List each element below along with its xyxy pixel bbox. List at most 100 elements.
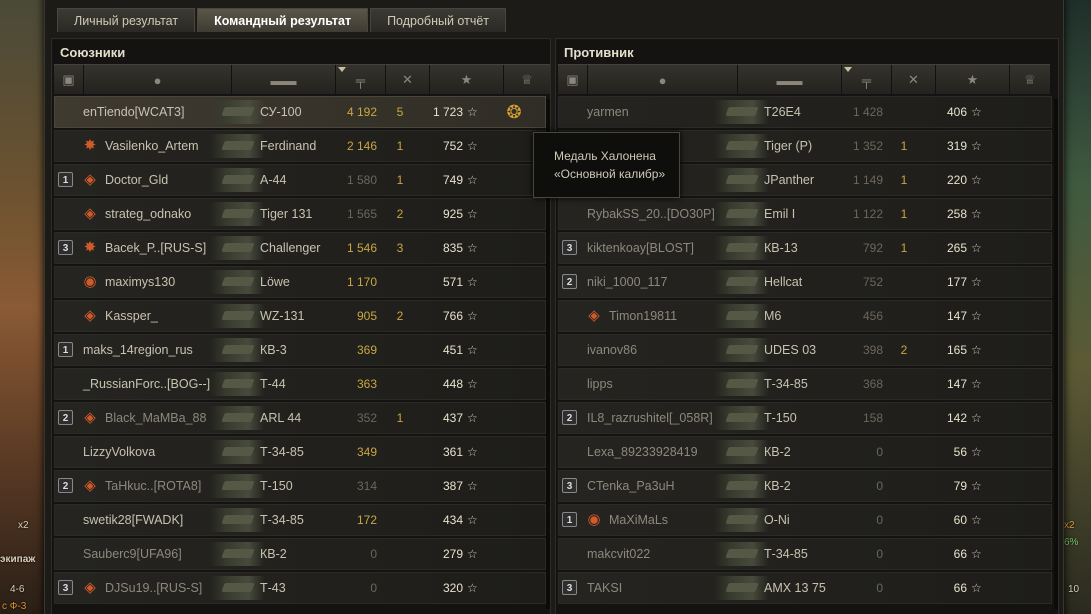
kills-column-header[interactable]: ✕ (386, 65, 430, 95)
player-name[interactable]: CTenka_Pa3uH (587, 471, 675, 501)
tank-image (209, 474, 265, 498)
award-medal-icon[interactable]: ❂ (501, 97, 527, 127)
kills-value: 1 (900, 173, 908, 187)
player-name[interactable]: lipps (587, 369, 613, 399)
tab-team[interactable]: Командный результат (197, 8, 369, 32)
xp-star-icon: ☆ (971, 479, 982, 493)
table-row[interactable]: 3 TAKSI AMX 13 75 0 66 ☆ (558, 572, 1052, 604)
xp-value: 279 (442, 547, 463, 561)
player-name[interactable]: Bacek_P..[RUS-S] (105, 233, 206, 263)
table-row[interactable]: 3 kiktenkoay[BLOST] КВ-13 792 1 265 ☆ (558, 232, 1052, 264)
player-name[interactable]: maximys130 (105, 267, 175, 297)
platoon-column-header[interactable]: ▣ (558, 65, 588, 95)
damage-value: 0 (876, 547, 883, 561)
table-row[interactable]: 2 IL8_razrushitel[_058R] Т-150 158 142 ☆ (558, 402, 1052, 434)
platoon-column-header[interactable]: ▣ (54, 65, 84, 95)
damage-value: 752 (862, 275, 883, 289)
medal-column-header[interactable]: ♕ (1010, 65, 1050, 95)
player-name[interactable]: TaHkuc..[ROTA8] (105, 471, 201, 501)
table-row[interactable]: Lexa_89233928419 КВ-2 0 56 ☆ (558, 436, 1052, 468)
player-name[interactable]: Doctor_Gld (105, 165, 168, 195)
tank-name: UDES 03 (764, 343, 817, 357)
player-name[interactable]: swetik28[FWADK] (83, 505, 183, 535)
table-row[interactable]: swetik28[FWADK] Т-34-85 172 434 ☆ (54, 504, 546, 536)
tank-image (713, 508, 769, 532)
player-name[interactable]: DJSu19..[RUS-S] (105, 573, 202, 603)
player-name[interactable]: RybakSS_20..[DO30P] (587, 199, 715, 229)
side-text: 6% (1064, 537, 1079, 548)
side-text: 10 (1068, 584, 1080, 595)
table-row[interactable]: 1 maks_14region_rus КВ-3 369 451 ☆ (54, 334, 546, 366)
xp-value: 749 (442, 173, 463, 187)
tank-image (209, 100, 265, 124)
table-row[interactable]: yarmen T26E4 1 428 406 ☆ (558, 96, 1052, 128)
player-name[interactable]: makcvit022 (587, 539, 650, 569)
player-name[interactable]: niki_1000_117 (587, 267, 667, 297)
kills-value: 1 (900, 139, 908, 153)
table-row[interactable]: ◉ maximys130 Löwe 1 170 571 ☆ (54, 266, 546, 298)
table-row[interactable]: ivanov86 UDES 03 398 2 165 ☆ (558, 334, 1052, 366)
player-name[interactable]: Kassper_ (105, 301, 158, 331)
player-name[interactable]: MaXiMaLs (609, 505, 668, 535)
xp-star-icon: ☆ (467, 581, 478, 595)
table-row[interactable]: ◈ Timon19811 M6 456 147 ☆ (558, 300, 1052, 332)
table-row[interactable]: LizzyVolkova Т-34-85 349 361 ☆ (54, 436, 546, 468)
platoon-badge: 2 (562, 274, 577, 289)
table-row[interactable]: ✸ Vasilenko_Artem Ferdinand 2 146 1 752 ☆ (54, 130, 546, 162)
table-row[interactable]: 3 ✸ Bacek_P..[RUS-S] Challenger 1 546 3 835 ☆ (54, 232, 546, 264)
player-name[interactable]: Vasilenko_Artem (105, 131, 199, 161)
xp-value: 60 (953, 513, 967, 527)
player-name[interactable]: Black_MaMBa_88 (105, 403, 206, 433)
player-name[interactable]: TAKSI (587, 573, 622, 603)
table-row[interactable]: 3 CTenka_Pa3uH КВ-2 0 79 ☆ (558, 470, 1052, 502)
xp-column-header[interactable]: ★ (936, 65, 1010, 95)
table-row[interactable]: 2 ◈ TaHkuc..[ROTA8] Т-150 314 387 ☆ (54, 470, 546, 502)
table-row[interactable]: Sauberc9[UFA96] КВ-2 0 279 ☆ (54, 538, 546, 570)
battle-results-window: Личный результат Командный результат Под… (44, 0, 1064, 614)
table-row[interactable]: lipps Т-34-85 368 147 ☆ (558, 368, 1052, 400)
table-row[interactable]: RybakSS_20..[DO30P] Emil I 1 122 1 258 ☆ (558, 198, 1052, 230)
table-row[interactable]: enTiendo[WCAT3] СУ-100 4 192 5 1 723 ☆ ❂ (54, 96, 546, 128)
player-name[interactable]: _RussianForc..[BOG--] (83, 369, 210, 399)
damage-value: 1 428 (852, 105, 883, 119)
player-name[interactable]: yarmen (587, 97, 629, 127)
table-row[interactable]: 1 ◉ MaXiMaLs O-Ni 0 60 ☆ (558, 504, 1052, 536)
vehicle-column-header[interactable]: ▬▬ (232, 65, 336, 95)
table-row[interactable]: ◈ Kassper_ WZ-131 905 2 766 ☆ (54, 300, 546, 332)
tab-personal[interactable]: Личный результат (57, 8, 196, 32)
damage-column-header[interactable]: ╤ (336, 65, 386, 95)
player-column-header[interactable]: ● (84, 65, 232, 95)
table-row[interactable]: 2 ◈ Black_MaMBa_88 ARL 44 352 1 437 ☆ (54, 402, 546, 434)
player-column-header[interactable]: ● (588, 65, 738, 95)
xp-value: 752 (442, 139, 463, 153)
player-name[interactable]: Timon19811 (609, 301, 677, 331)
medal-column-header[interactable]: ♕ (504, 65, 550, 95)
table-row[interactable]: 3 ◈ DJSu19..[RUS-S] Т-43 0 320 ☆ (54, 572, 546, 604)
player-name[interactable]: Sauberc9[UFA96] (83, 539, 182, 569)
tab-detailed[interactable]: Подробный отчёт (370, 8, 507, 32)
tank-image (209, 304, 265, 328)
player-name[interactable]: maks_14region_rus (83, 335, 193, 365)
player-name[interactable]: LizzyVolkova (83, 437, 155, 467)
table-row[interactable]: ◈ strateg_odnako Tiger 131 1 565 2 925 ☆ (54, 198, 546, 230)
player-name[interactable]: strateg_odnako (105, 199, 191, 229)
enemies-title: Противник (564, 45, 634, 60)
kills-value: 1 (396, 173, 404, 187)
player-name[interactable]: ivanov86 (587, 335, 637, 365)
player-name[interactable]: kiktenkoay[BLOST] (587, 233, 694, 263)
xp-star-icon: ☆ (467, 139, 478, 153)
table-row[interactable]: 1 ◈ Doctor_Gld A-44 1 580 1 749 ☆ (54, 164, 546, 196)
damage-column-header[interactable]: ╤ (842, 65, 892, 95)
kills-column-header[interactable]: ✕ (892, 65, 936, 95)
table-row[interactable]: _RussianForc..[BOG--] Т-44 363 448 ☆ (54, 368, 546, 400)
player-name[interactable]: IL8_razrushitel[_058R] (587, 403, 713, 433)
xp-column-header[interactable]: ★ (430, 65, 504, 95)
table-row[interactable]: makcvit022 Т-34-85 0 66 ☆ (558, 538, 1052, 570)
vehicle-column-header[interactable]: ▬▬ (738, 65, 842, 95)
player-name[interactable]: enTiendo[WCAT3] (83, 97, 184, 127)
scrollbar[interactable] (1054, 99, 1058, 609)
table-row[interactable]: 2 niki_1000_117 Hellcat 752 177 ☆ (558, 266, 1052, 298)
tank-name: Т-44 (260, 377, 286, 391)
player-name[interactable]: Lexa_89233928419 (587, 437, 698, 467)
tank-name: M6 (764, 309, 782, 323)
